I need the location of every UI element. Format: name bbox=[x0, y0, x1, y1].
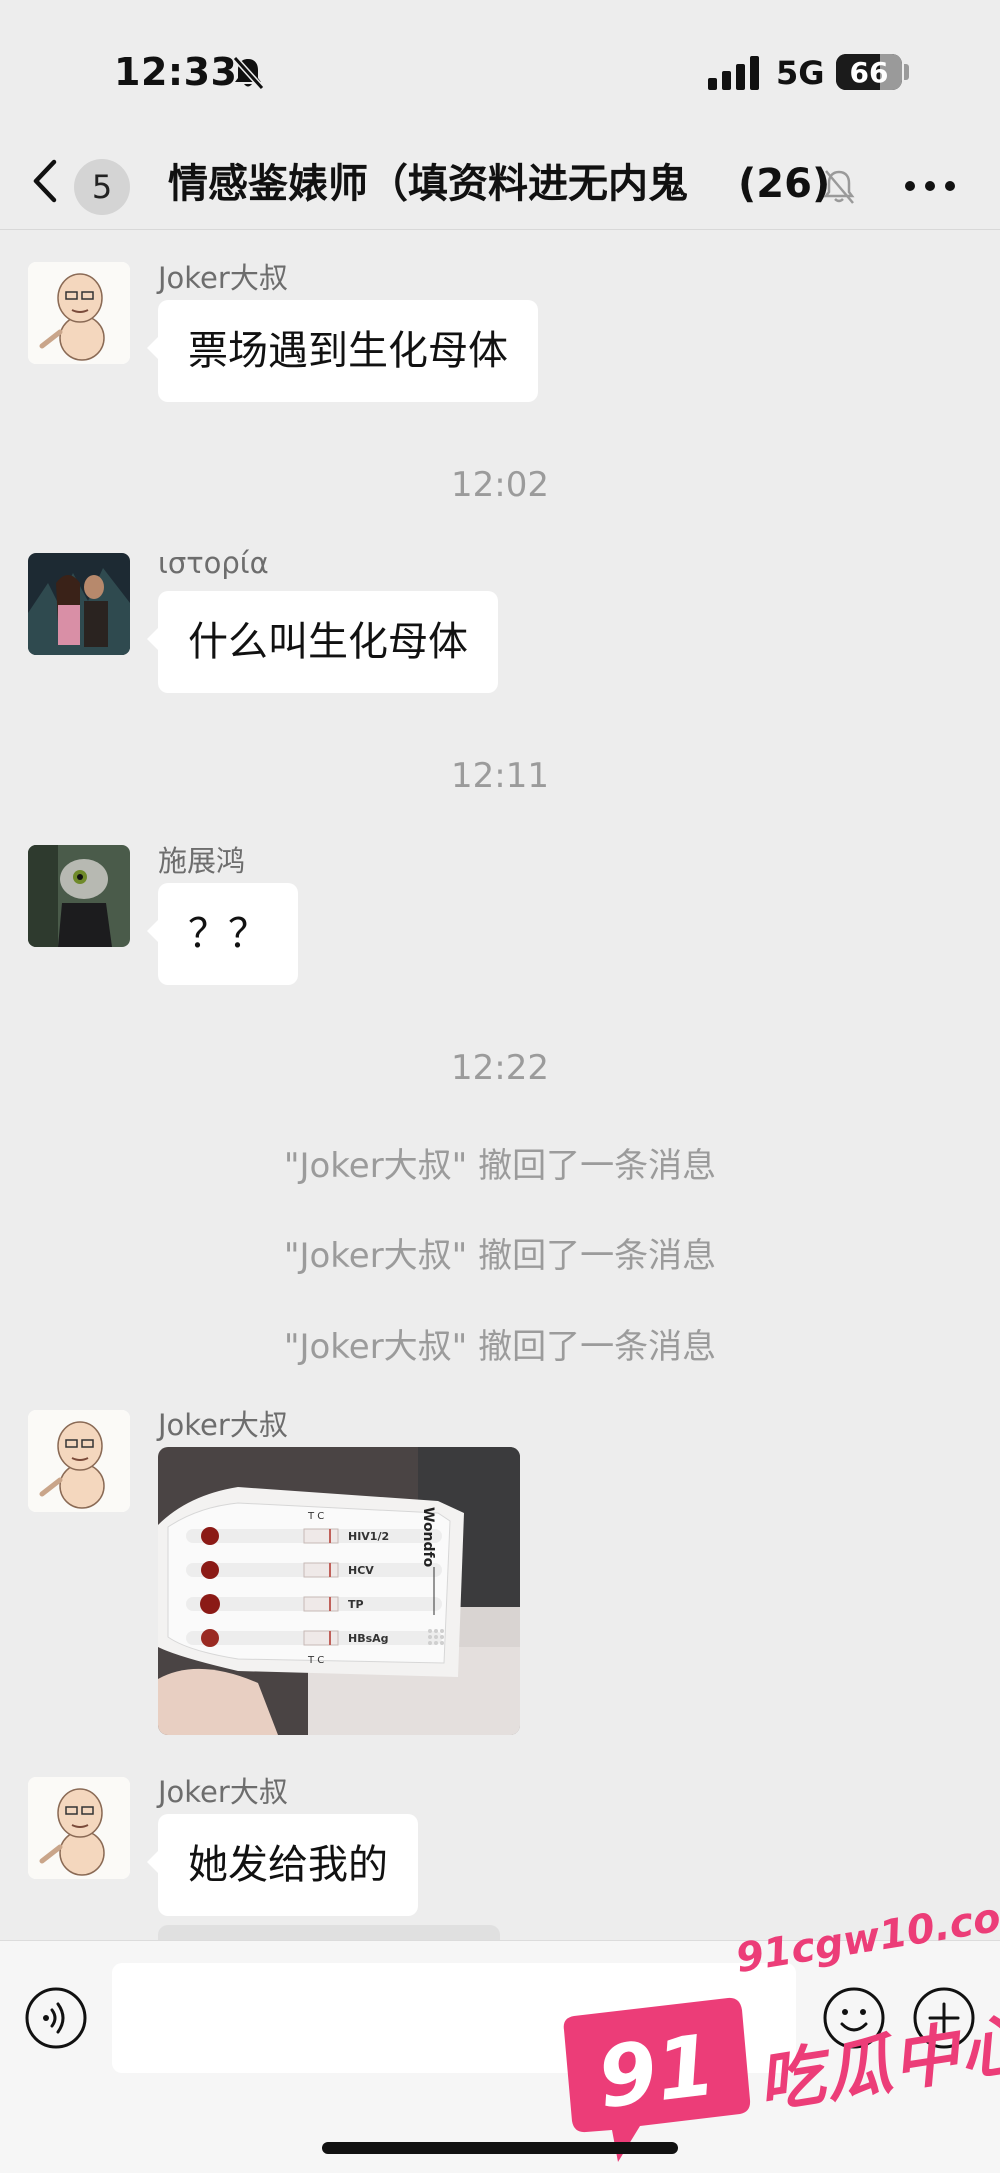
battery-level: 66 bbox=[849, 56, 889, 89]
timestamp: 12:02 bbox=[451, 465, 549, 505]
back-icon[interactable] bbox=[30, 158, 60, 204]
avatar-istoria[interactable] bbox=[28, 553, 130, 655]
bell-off-icon bbox=[232, 56, 264, 90]
avatar-shizhanhong[interactable] bbox=[28, 845, 130, 947]
network-label: 5G bbox=[776, 54, 825, 92]
home-indicator bbox=[322, 2142, 678, 2154]
title-fade bbox=[694, 154, 734, 214]
unread-count-badge[interactable]: 5 bbox=[74, 159, 130, 215]
bell-off-icon bbox=[823, 170, 855, 204]
photo-label: TP bbox=[348, 1598, 364, 1611]
recall-notice: "Joker大叔" 撤回了一条消息 bbox=[283, 1146, 717, 1186]
more-icon[interactable] bbox=[904, 180, 956, 192]
message-bubble[interactable]: ？？ bbox=[147, 883, 298, 985]
photo-label: T C bbox=[307, 1511, 324, 1522]
photo-label: T C bbox=[307, 1655, 324, 1666]
voice-icon[interactable] bbox=[24, 1986, 88, 2050]
photo-label: HIV1/2 bbox=[348, 1530, 389, 1543]
avatar-joker[interactable] bbox=[28, 1777, 130, 1879]
status-time: 12:33 bbox=[114, 50, 238, 94]
sender-name: Joker大叔 bbox=[158, 261, 288, 295]
battery-icon: 66 bbox=[836, 54, 902, 90]
chat-header: 5 情感鉴婊师（填资料进无内鬼 (26) bbox=[0, 130, 1000, 230]
sender-name: ιστορία bbox=[158, 546, 269, 580]
recall-notice: "Joker大叔" 撤回了一条消息 bbox=[283, 1327, 717, 1367]
watermark: 91 91cgw10.com 吃瓜中心 bbox=[560, 1888, 1000, 2173]
avatar-joker[interactable] bbox=[28, 1410, 130, 1512]
member-count[interactable]: (26) bbox=[738, 154, 830, 214]
signal-icon bbox=[708, 56, 759, 90]
photo-label: HBsAg bbox=[348, 1632, 389, 1645]
photo-brand-label: Wondfo bbox=[420, 1507, 436, 1568]
avatar-joker[interactable] bbox=[28, 262, 130, 364]
photo-message[interactable]: T C HIV1/2 HCV TP HBsAg T C Wondfo bbox=[158, 1447, 520, 1735]
timestamp: 12:22 bbox=[451, 1048, 549, 1088]
recall-notice: "Joker大叔" 撤回了一条消息 bbox=[283, 1236, 717, 1276]
message-bubble[interactable]: 票场遇到生化母体 bbox=[147, 300, 538, 402]
photo-label: HCV bbox=[348, 1564, 374, 1577]
battery-cap bbox=[904, 64, 909, 80]
sender-name: Joker大叔 bbox=[158, 1775, 288, 1809]
status-bar: 12:33 5G 66 bbox=[0, 0, 1000, 140]
timestamp: 12:11 bbox=[451, 756, 549, 796]
sender-name: 施展鸿 bbox=[158, 844, 246, 878]
watermark-number: 91 bbox=[593, 2016, 721, 2128]
message-bubble[interactable]: 什么叫生化母体 bbox=[147, 591, 498, 693]
message-bubble[interactable]: 她发给我的 bbox=[147, 1814, 418, 1916]
chat-title[interactable]: 情感鉴婊师（填资料进无内鬼 bbox=[168, 154, 734, 214]
sender-name: Joker大叔 bbox=[158, 1408, 288, 1442]
